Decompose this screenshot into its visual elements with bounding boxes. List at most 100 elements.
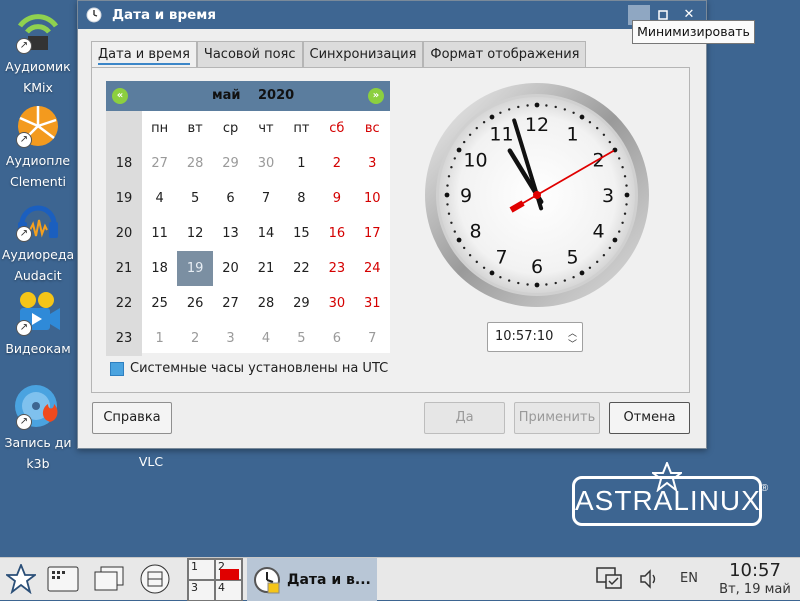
week-number: 18	[106, 146, 142, 181]
calendar-day[interactable]: 18	[142, 251, 177, 286]
prev-month-button[interactable]: «	[112, 88, 128, 104]
calendar-day[interactable]: 2	[319, 146, 354, 181]
clock-minute-tick	[482, 120, 486, 124]
calendar-day[interactable]: 20	[213, 251, 248, 286]
tab-timezone[interactable]: Часовой пояс	[196, 41, 303, 67]
calendar-day[interactable]: 5	[177, 181, 212, 216]
calendar-day[interactable]: 27	[142, 146, 177, 181]
calendar-day-selected[interactable]: 19	[177, 251, 213, 286]
desktop-icon-k3b[interactable]: ↗ Запись ди k3b	[0, 382, 86, 474]
ok-button[interactable]: Да	[424, 402, 505, 434]
calendar-day[interactable]: 12	[177, 216, 212, 251]
tray-clock[interactable]: 10:57 Вт, 19 май	[712, 560, 798, 599]
calendar-day[interactable]: 24	[355, 251, 390, 286]
desktop-icon-vlc-label[interactable]: VLC	[126, 451, 176, 472]
week-number: 21	[106, 251, 142, 286]
calendar-day[interactable]: 16	[319, 216, 354, 251]
tab-date-time[interactable]: Дата и время	[91, 41, 197, 68]
calendar-day[interactable]: 7	[248, 181, 283, 216]
clock-minute-tick	[554, 105, 557, 109]
taskbar-task-date-time[interactable]: Дата и в...	[247, 558, 377, 601]
apply-button[interactable]: Применить	[514, 402, 600, 434]
workspace-pager[interactable]: 1 2 3 4	[187, 558, 243, 601]
next-month-button[interactable]: »	[368, 88, 384, 104]
analog-clock: 121234567891011	[425, 83, 649, 307]
calendar-day[interactable]: 29	[284, 286, 319, 321]
time-input[interactable]: 10:57:10 ︿ ﹀	[487, 322, 583, 352]
clock-minute-tick	[468, 133, 472, 136]
calendar-month[interactable]: май	[212, 88, 241, 103]
clock-number: 12	[525, 114, 549, 136]
clock-minute-tick	[602, 133, 606, 136]
calendar-day[interactable]: 15	[284, 216, 319, 251]
spin-down-icon[interactable]: ﹀	[568, 337, 577, 350]
calendar-day[interactable]: 6	[213, 181, 248, 216]
calendar-week-row: 23 1 2 3 4 5 6 7	[106, 321, 390, 356]
clock-minute-tick	[507, 108, 511, 111]
calendar-day[interactable]: 27	[213, 286, 248, 321]
cancel-button[interactable]: Отмена	[609, 402, 690, 434]
tray-date: Вт, 19 май	[719, 582, 791, 597]
clock-minute-tick	[450, 221, 453, 225]
utc-checkbox-label[interactable]: Системные часы установлены на UTC	[130, 361, 388, 376]
calendar-day[interactable]: 21	[248, 251, 283, 286]
calendar-day[interactable]: 11	[142, 216, 177, 251]
calendar-day[interactable]: 31	[355, 286, 390, 321]
calendar-day[interactable]: 28	[248, 286, 283, 321]
workspace-2[interactable]: 2	[215, 559, 242, 581]
calendar-day[interactable]: 4	[248, 321, 283, 356]
weekday-header: вт	[187, 121, 203, 136]
tab-sync[interactable]: Синхронизация	[302, 41, 424, 67]
clock-minute-tick	[517, 105, 520, 109]
calendar-day[interactable]: 4	[142, 181, 177, 216]
calendar-day[interactable]: 25	[142, 286, 177, 321]
clock-number: 11	[489, 124, 513, 146]
dialog-titlebar[interactable]: Дата и время ✕	[78, 1, 706, 29]
time-value[interactable]: 10:57:10	[495, 329, 553, 344]
help-button[interactable]: Справка	[92, 402, 172, 434]
clock-hour-tick	[444, 192, 450, 198]
workspace-3[interactable]: 3	[188, 580, 215, 601]
workspace-4[interactable]: 4	[215, 580, 242, 601]
calendar-day[interactable]: 3	[213, 321, 248, 356]
calendar-day[interactable]: 9	[319, 181, 354, 216]
calendar-day[interactable]: 2	[177, 321, 212, 356]
workspace-1[interactable]: 1	[188, 559, 215, 580]
calendar-day[interactable]: 3	[355, 146, 390, 181]
calendar-day[interactable]: 30	[248, 146, 283, 181]
calendar-day[interactable]: 1	[142, 321, 177, 356]
calendar-day[interactable]: 6	[319, 321, 354, 356]
desktop-icon-kmix[interactable]: ↗ Аудиомик KMix	[0, 6, 86, 98]
calendar-day[interactable]: 14	[248, 216, 283, 251]
calendar-day[interactable]: 7	[355, 321, 390, 356]
desktop-icon-videocam[interactable]: ↗ Видеокам	[0, 288, 86, 359]
file-manager-button[interactable]	[138, 562, 172, 596]
calendar-day[interactable]: 8	[284, 181, 319, 216]
clock-minute-tick	[554, 281, 557, 285]
tray-time: 10:57	[729, 560, 781, 581]
desktop-icon-audacity[interactable]: ↗ Аудиореда Audacit	[0, 194, 86, 286]
calendar-day[interactable]: 10	[355, 181, 390, 216]
tab-display-format[interactable]: Формат отображения	[423, 41, 587, 67]
start-menu-button[interactable]	[4, 562, 38, 596]
calendar-day[interactable]: 1	[284, 146, 319, 181]
calendar-day[interactable]: 28	[177, 146, 212, 181]
app-launcher-button[interactable]	[46, 562, 80, 596]
clock-number: 9	[460, 185, 472, 207]
screen-settings-tray-icon[interactable]	[594, 562, 624, 596]
calendar-day[interactable]: 13	[213, 216, 248, 251]
calendar-day[interactable]: 29	[213, 146, 248, 181]
clock-minute-tick	[453, 230, 456, 233]
utc-checkbox[interactable]	[110, 362, 124, 376]
calendar-day[interactable]: 5	[284, 321, 319, 356]
calendar-day[interactable]: 23	[319, 251, 354, 286]
calendar-day[interactable]: 17	[355, 216, 390, 251]
desktop-icon-clementine[interactable]: ↗ Аудиопле Clementi	[0, 100, 86, 192]
volume-tray-icon[interactable]	[636, 562, 662, 596]
show-windows-button[interactable]	[92, 562, 126, 596]
calendar-day[interactable]: 26	[177, 286, 212, 321]
calendar-day[interactable]: 22	[284, 251, 319, 286]
calendar-year[interactable]: 2020	[258, 88, 294, 103]
calendar-day[interactable]: 30	[319, 286, 354, 321]
keyboard-layout-indicator[interactable]: EN	[680, 571, 698, 586]
